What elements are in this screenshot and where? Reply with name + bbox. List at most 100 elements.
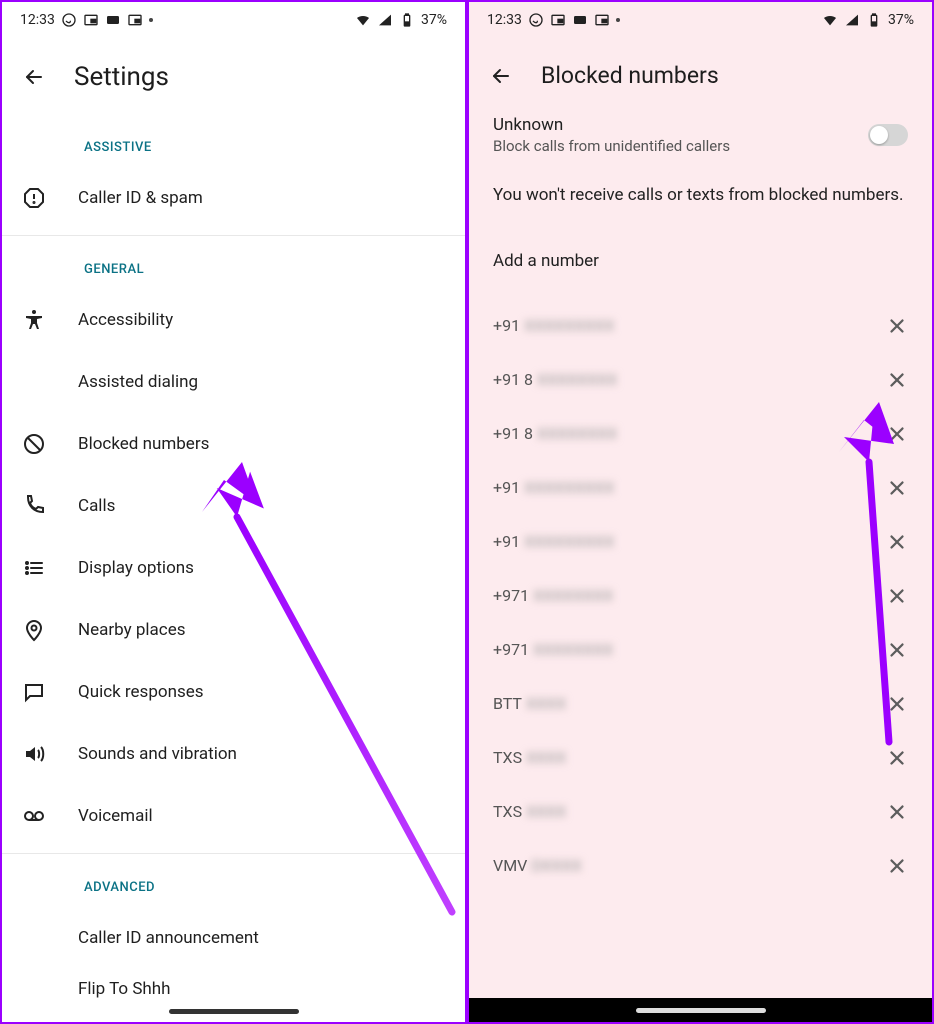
back-button[interactable] bbox=[489, 64, 513, 88]
cellular-icon bbox=[844, 12, 860, 28]
app-bar: Settings bbox=[2, 38, 465, 112]
blocked-number-row: +91XXXXXXXXX bbox=[469, 515, 932, 569]
more-notifications-dot bbox=[149, 18, 153, 22]
pip-icon-2 bbox=[594, 12, 610, 28]
item-label: Quick responses bbox=[78, 682, 204, 702]
whatsapp-icon bbox=[528, 12, 544, 28]
toggle-title: Unknown bbox=[493, 115, 852, 135]
more-notifications-dot bbox=[616, 18, 620, 22]
item-voicemail[interactable]: Voicemail bbox=[2, 785, 465, 847]
blocked-number-row: +91 8XXXXXXXX bbox=[469, 353, 932, 407]
gesture-nav-pill[interactable] bbox=[169, 1009, 299, 1014]
divider bbox=[2, 853, 465, 854]
blocked-numbers-list: +91XXXXXXXXX +91 8XXXXXXXX +91 8XXXXXXXX +9… bbox=[469, 299, 932, 893]
battery-percent: 37% bbox=[888, 12, 914, 28]
item-label: Calls bbox=[78, 496, 115, 516]
status-left: 12:33 bbox=[20, 12, 153, 28]
message-icon bbox=[22, 680, 46, 704]
icon-placeholder bbox=[22, 926, 46, 950]
item-calls[interactable]: Calls bbox=[2, 475, 465, 537]
page-title: Blocked numbers bbox=[541, 62, 719, 89]
remove-number-button[interactable] bbox=[886, 693, 908, 715]
status-left: 12:33 bbox=[487, 12, 620, 28]
location-icon bbox=[22, 618, 46, 642]
item-label: Accessibility bbox=[78, 310, 173, 330]
item-quick-responses[interactable]: Quick responses bbox=[2, 661, 465, 723]
remove-number-button[interactable] bbox=[886, 639, 908, 661]
item-accessibility[interactable]: Accessibility bbox=[2, 289, 465, 351]
blocked-number-row: +971XXXXXXXX bbox=[469, 623, 932, 677]
status-bar: 12:33 37% bbox=[469, 2, 932, 38]
item-label: Assisted dialing bbox=[78, 372, 198, 392]
remove-number-button[interactable] bbox=[886, 747, 908, 769]
remove-number-button[interactable] bbox=[886, 315, 908, 337]
remove-number-button[interactable] bbox=[886, 585, 908, 607]
blocked-number: +971XXXXXXXX bbox=[493, 640, 613, 659]
info-text: You won't receive calls or texts from bl… bbox=[469, 173, 932, 233]
voicemail-icon bbox=[22, 804, 46, 828]
item-caller-id-spam[interactable]: Caller ID & spam bbox=[2, 167, 465, 229]
page-title: Settings bbox=[74, 62, 169, 92]
blocked-number-row: BTTXXXX bbox=[469, 677, 932, 731]
remove-number-button[interactable] bbox=[886, 477, 908, 499]
toggle-subtitle: Block calls from unidentified callers bbox=[493, 137, 852, 155]
back-button[interactable] bbox=[22, 65, 46, 89]
wifi-icon bbox=[822, 12, 838, 28]
app-badge-icon bbox=[572, 12, 588, 28]
item-flip-to-shhh[interactable]: Flip To Shhh bbox=[2, 969, 465, 1009]
item-label: Sounds and vibration bbox=[78, 744, 237, 764]
status-bar: 12:33 37% bbox=[2, 2, 465, 38]
blocked-number: TXSXXXX bbox=[493, 802, 566, 821]
status-right: 37% bbox=[355, 12, 447, 28]
item-blocked-numbers[interactable]: Blocked numbers bbox=[2, 413, 465, 475]
blocked-number: +91XXXXXXXXX bbox=[493, 532, 614, 551]
add-number-button[interactable]: Add a number bbox=[469, 233, 932, 299]
section-header-general: GENERAL bbox=[2, 242, 465, 289]
item-label: Voicemail bbox=[78, 806, 153, 826]
phone-icon bbox=[22, 494, 46, 518]
item-assisted-dialing[interactable]: Assisted dialing bbox=[2, 351, 465, 413]
section-header-advanced: ADVANCED bbox=[2, 860, 465, 907]
blocked-number: +91 8XXXXXXXX bbox=[493, 424, 617, 443]
phone-blocked-numbers-screen: 12:33 37% bbox=[467, 0, 934, 1024]
settings-list[interactable]: ASSISTIVE Caller ID & spam GENERAL Acces… bbox=[2, 112, 465, 1022]
blocked-number: +91XXXXXXXXX bbox=[493, 316, 614, 335]
blocked-number-row: TXSXXXX bbox=[469, 731, 932, 785]
remove-number-button[interactable] bbox=[886, 531, 908, 553]
cellular-icon bbox=[377, 12, 393, 28]
remove-number-button[interactable] bbox=[886, 855, 908, 877]
toggle-unknown-callers[interactable]: Unknown Block calls from unidentified ca… bbox=[469, 109, 932, 173]
phone-settings-screen: 12:33 37% bbox=[0, 0, 467, 1024]
alert-octagon-icon bbox=[22, 186, 46, 210]
blocked-number: +91 8XXXXXXXX bbox=[493, 370, 617, 389]
whatsapp-icon bbox=[61, 12, 77, 28]
item-label: Flip To Shhh bbox=[78, 979, 171, 999]
volume-icon bbox=[22, 742, 46, 766]
app-badge-icon bbox=[105, 12, 121, 28]
section-header-assistive: ASSISTIVE bbox=[2, 112, 465, 167]
blocked-number: VMVDXXXX bbox=[493, 856, 582, 875]
blocked-number-row: +91XXXXXXXXX bbox=[469, 299, 932, 353]
battery-icon bbox=[399, 12, 415, 28]
item-nearby-places[interactable]: Nearby places bbox=[2, 599, 465, 661]
blocked-number: BTTXXXX bbox=[493, 694, 566, 713]
item-display-options[interactable]: Display options bbox=[2, 537, 465, 599]
pip-icon bbox=[550, 12, 566, 28]
app-bar: Blocked numbers bbox=[469, 38, 932, 109]
status-right: 37% bbox=[822, 12, 914, 28]
switch-off[interactable] bbox=[868, 124, 908, 146]
item-sounds-vibration[interactable]: Sounds and vibration bbox=[2, 723, 465, 785]
battery-icon bbox=[866, 12, 882, 28]
accessibility-icon bbox=[22, 308, 46, 332]
remove-number-button[interactable] bbox=[886, 423, 908, 445]
pip-icon-2 bbox=[127, 12, 143, 28]
blocked-number-row: +91 8XXXXXXXX bbox=[469, 407, 932, 461]
gesture-nav-pill[interactable] bbox=[636, 1008, 766, 1013]
remove-number-button[interactable] bbox=[886, 369, 908, 391]
item-caller-id-announcement[interactable]: Caller ID announcement bbox=[2, 907, 465, 969]
item-label: Caller ID announcement bbox=[78, 928, 259, 948]
blocked-number-row: +91XXXXXXXXX bbox=[469, 461, 932, 515]
remove-number-button[interactable] bbox=[886, 801, 908, 823]
block-icon bbox=[22, 432, 46, 456]
blocked-number-row: TXSXXXX bbox=[469, 785, 932, 839]
